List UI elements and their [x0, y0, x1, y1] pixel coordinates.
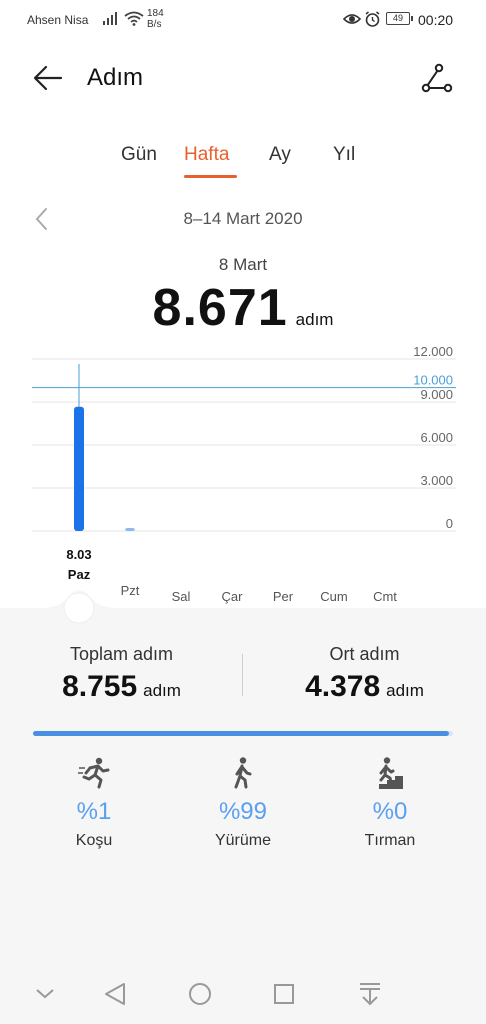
goal-label: 10.000	[413, 373, 453, 388]
running-label: Koşu	[75, 832, 113, 849]
bar	[74, 406, 84, 531]
nav-back-icon[interactable]	[105, 983, 125, 1005]
tab-year[interactable]: Yıl	[333, 144, 355, 166]
signal-icon	[103, 12, 117, 25]
tab-day[interactable]: Gün	[121, 144, 157, 166]
activity-progress-bar	[33, 731, 453, 736]
share-button[interactable]	[420, 62, 454, 96]
selected-date-label: 8.03	[66, 547, 91, 562]
page-title: Adım	[87, 64, 144, 91]
activity-running[interactable]: %1 Koşu	[34, 756, 154, 850]
climbing-percent: %0	[372, 798, 408, 825]
walking-icon	[234, 757, 252, 789]
card-notch	[0, 590, 486, 635]
tab-month[interactable]: Ay	[269, 144, 291, 166]
running-percent: %1	[76, 798, 112, 825]
notification-pulldown-icon[interactable]	[360, 983, 380, 1006]
battery-icon: 49	[386, 12, 413, 25]
tab-week[interactable]: Hafta	[184, 144, 229, 166]
total-steps-value: 8.755	[62, 670, 138, 703]
share-icon	[421, 63, 453, 93]
walking-label: Yürüme	[214, 832, 272, 849]
arrow-left-icon	[33, 65, 63, 91]
status-bar: Ahsen Nisa 184 B/s 49 00:20	[0, 0, 486, 40]
selected-steps-value: 8.671	[152, 279, 288, 337]
y-tick-label: 0	[446, 516, 453, 531]
average-steps: 4.378 adım	[243, 670, 486, 704]
eye-comfort-icon	[343, 14, 361, 24]
selected-steps-unit: adım	[295, 310, 334, 329]
average-steps-value: 4.378	[305, 670, 381, 703]
selected-steps: 8.671 adım	[0, 278, 486, 338]
running-icon	[78, 757, 110, 789]
date-range: 8–14 Mart 2020	[183, 209, 303, 228]
activity-walking[interactable]: %99 Yürüme	[183, 756, 303, 850]
activity-climbing[interactable]: %0 Tırman	[330, 756, 450, 850]
y-tick-label: 6.000	[420, 430, 453, 445]
walking-percent: %99	[218, 798, 268, 825]
back-button[interactable]	[32, 62, 64, 94]
average-steps-unit: adım	[386, 681, 424, 700]
collapse-icon[interactable]	[36, 989, 54, 999]
wifi-icon	[124, 11, 144, 26]
network-speed: 184 B/s	[147, 8, 164, 30]
climbing-icon	[379, 757, 403, 789]
activity-progress-fill	[33, 731, 449, 736]
selected-day: 8 Mart	[218, 255, 268, 274]
y-tick-label: 9.000	[420, 387, 453, 402]
clock: 00:20	[418, 12, 454, 28]
y-tick-label: 12.000	[413, 344, 453, 359]
bar	[125, 528, 135, 531]
y-tick-label: 3.000	[420, 473, 453, 488]
total-steps: 8.755 adım	[0, 670, 243, 704]
system-nav-bar	[36, 983, 380, 1006]
active-tab-indicator	[184, 175, 237, 178]
alarm-icon	[365, 11, 380, 27]
carrier-name: Ahsen Nisa	[27, 13, 89, 27]
scroll-handle[interactable]	[63, 592, 95, 624]
climbing-label: Tırman	[364, 832, 416, 849]
nav-recents-icon[interactable]	[274, 984, 294, 1004]
average-steps-label: Ort adım	[329, 644, 400, 664]
total-steps-unit: adım	[143, 681, 181, 700]
total-steps-label: Toplam adım	[69, 644, 174, 664]
nav-home-icon[interactable]	[189, 983, 211, 1005]
